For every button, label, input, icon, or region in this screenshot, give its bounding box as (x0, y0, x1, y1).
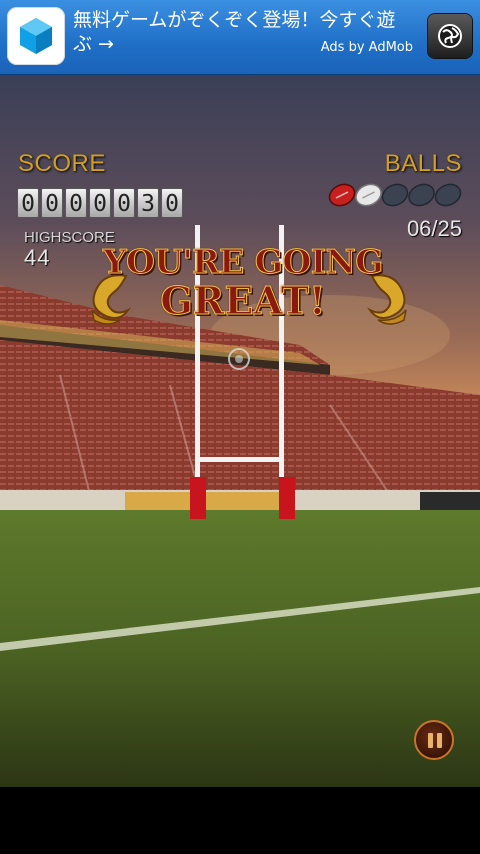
game-screen: 無料ゲームがぞくぞく登場！今すぐ遊ぶ → Ads by AdMob SCORE … (0, 0, 480, 854)
message-line-1: YOU'RE GOING (103, 242, 384, 282)
ball-slot-empty (434, 183, 462, 207)
target-crosshair-icon (228, 348, 250, 370)
score-digit: 0 (89, 188, 111, 218)
game-area[interactable]: SCORE 0 0 0 0 0 3 0 HIGHSCORE 44 BALLS 0… (0, 75, 480, 787)
ball-slot-empty (408, 183, 435, 207)
balls-count: 06/25 (406, 216, 462, 241)
highscore-value: 44 (24, 245, 51, 270)
pause-button[interactable] (414, 720, 454, 760)
hexagon-icon (20, 18, 52, 54)
ad-open-button[interactable] (428, 14, 472, 58)
ball-slot-white (355, 183, 382, 207)
score-digit: 0 (113, 188, 135, 218)
score-digit: 3 (137, 188, 159, 218)
globe-icon (438, 24, 462, 48)
ad-banner[interactable]: 無料ゲームがぞくぞく登場！今すぐ遊ぶ → Ads by AdMob (0, 0, 480, 75)
score-digit: 0 (41, 188, 63, 218)
message-banner: YOU'RE GOING GREAT! (88, 240, 407, 350)
message-line-2: GREAT! (160, 278, 326, 324)
balls-remaining-indicator (328, 183, 462, 207)
hexagon-app-icon[interactable] (7, 7, 65, 65)
bottom-bar (0, 787, 480, 854)
score-digit: 0 (161, 188, 183, 218)
score-label: SCORE (18, 150, 106, 177)
score-digit: 0 (17, 188, 39, 218)
score-digit: 0 (65, 188, 87, 218)
ad-attribution: Ads by AdMob (320, 40, 413, 55)
ball-slot-empty (381, 183, 409, 207)
score-counter: 0 0 0 0 0 3 0 (17, 188, 183, 218)
balls-label: BALLS (384, 150, 462, 177)
ball-slot-red (328, 183, 356, 207)
